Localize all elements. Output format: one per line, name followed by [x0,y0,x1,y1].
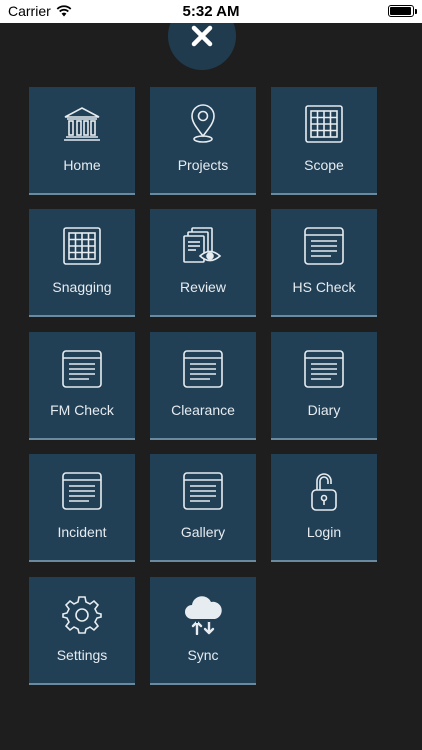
location-pin-icon [191,104,215,143]
tile-label: FM Check [50,402,114,418]
status-bar: Carrier 5:32 AM [0,0,422,23]
battery-icon [388,5,417,17]
tile-label: Sync [187,647,219,663]
menu-tile-settings[interactable]: Settings [29,577,135,685]
tile-label: Snagging [52,279,112,295]
gear-icon [62,596,102,634]
menu-tile-hs-check[interactable]: HS Check [271,209,377,317]
cloud-sync-icon [185,596,222,635]
unlocked-padlock-icon [311,473,337,511]
form-icon [62,350,102,388]
menu-tile-incident[interactable]: Incident [29,454,135,562]
form-icon [183,472,223,510]
menu-tile-projects[interactable]: Projects [150,87,256,195]
tile-label: Diary [307,402,341,418]
tile-label: HS Check [292,279,356,295]
menu-tile-gallery[interactable]: Gallery [150,454,256,562]
tile-label: Home [63,157,101,173]
review-documents-icon [183,227,222,263]
grid-icon [63,227,101,265]
menu-tile-clearance[interactable]: Clearance [150,332,256,440]
menu-tile-sync[interactable]: Sync [150,577,256,685]
status-time: 5:32 AM [182,3,240,20]
menu-tile-fm-check[interactable]: FM Check [29,332,135,440]
tile-label: Clearance [171,402,235,418]
form-icon [304,227,344,265]
menu-tile-login[interactable]: Login [271,454,377,562]
tile-label: Gallery [180,524,226,540]
home-icon [64,107,100,141]
tile-label: Review [180,279,226,295]
form-icon [304,350,344,388]
menu-tile-scope[interactable]: Scope [271,87,377,195]
tile-label: Settings [56,647,108,663]
tile-label: Incident [57,524,107,540]
close-icon [191,25,213,47]
menu-tile-snagging[interactable]: Snagging [29,209,135,317]
grid-icon [305,105,343,143]
tile-label: Projects [177,157,229,173]
menu-tile-home[interactable]: Home [29,87,135,195]
form-icon [183,350,223,388]
form-icon [62,472,102,510]
menu-tile-diary[interactable]: Diary [271,332,377,440]
tile-label: Login [306,524,342,540]
tile-label: Scope [304,157,344,173]
menu-tile-review[interactable]: Review [150,209,256,317]
